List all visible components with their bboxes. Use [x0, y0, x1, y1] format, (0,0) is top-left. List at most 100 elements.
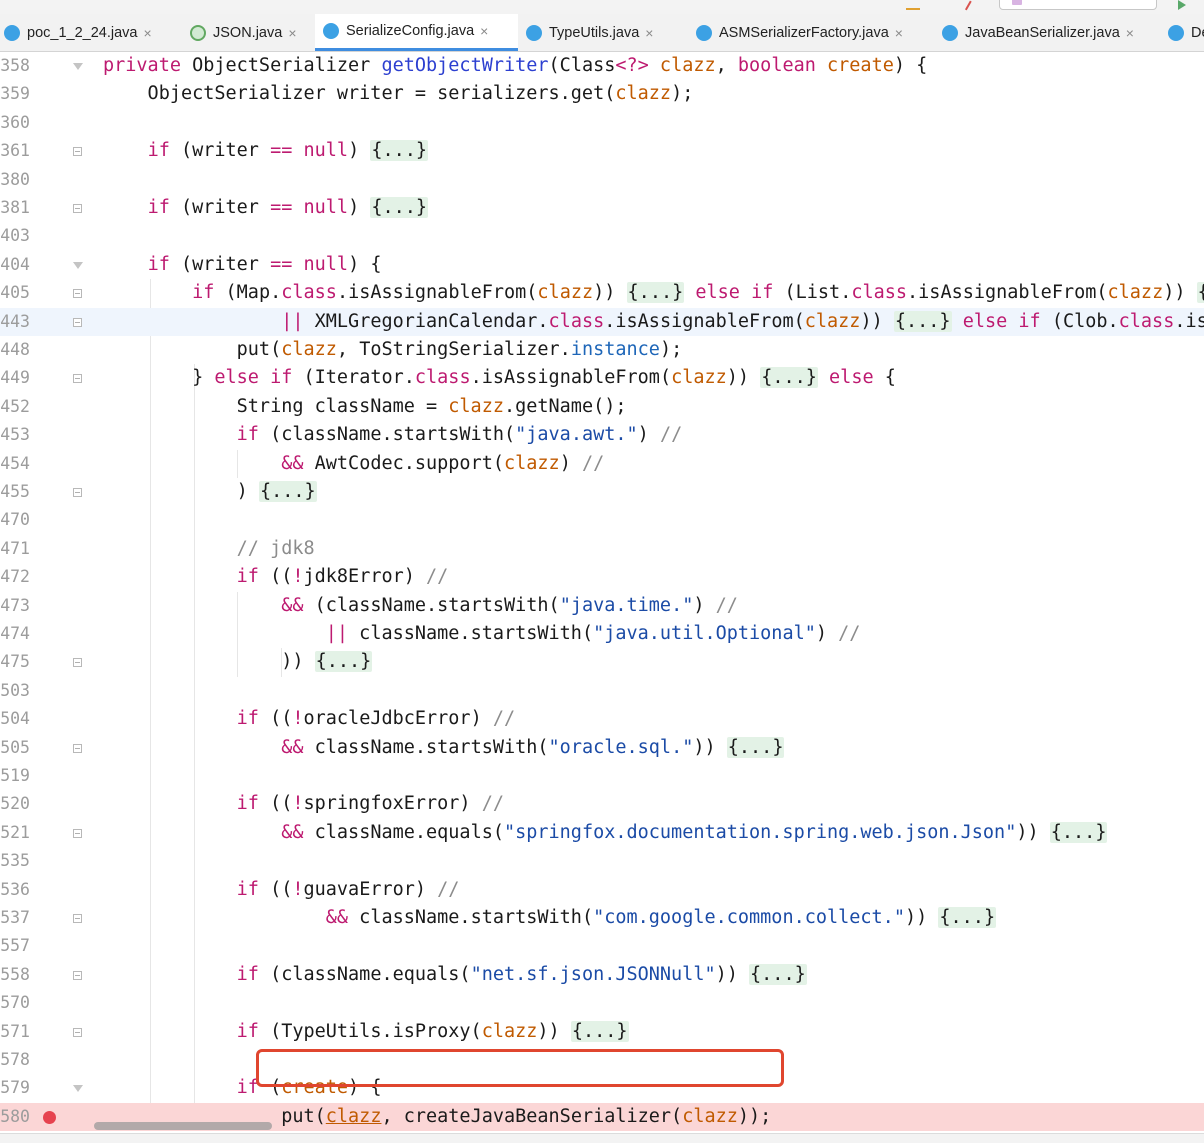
fold-collapsed-icon[interactable] — [73, 488, 82, 497]
code-line[interactable]: 505 && className.startsWith("oracle.sql.… — [0, 734, 1204, 762]
line-number[interactable]: 360 — [0, 113, 30, 133]
line-number[interactable]: 454 — [0, 454, 30, 474]
code-line[interactable]: 359 ObjectSerializer writer = serializer… — [0, 80, 1204, 108]
build-hammer-icon[interactable] — [906, 2, 920, 10]
line-number[interactable]: 578 — [0, 1050, 30, 1070]
line-number[interactable]: 358 — [0, 56, 30, 76]
code-line[interactable]: 557 — [0, 932, 1204, 960]
line-number[interactable]: 455 — [0, 482, 30, 502]
code-line[interactable]: 470 — [0, 506, 1204, 534]
fold-collapsed-icon[interactable] — [73, 374, 82, 384]
code-line[interactable]: 454 && AwtCodec.support(clazz) // — [0, 450, 1204, 478]
line-number[interactable]: 471 — [0, 539, 30, 559]
folded-code-block[interactable]: {...} — [626, 282, 685, 304]
code-line[interactable]: 570 — [0, 989, 1204, 1017]
code-line[interactable]: 503 — [0, 677, 1204, 705]
code-line[interactable]: 537 && className.startsWith("com.google.… — [0, 904, 1204, 932]
line-number[interactable]: 359 — [0, 84, 30, 104]
code-line[interactable]: 504 if ((!oracleJdbcError) // — [0, 705, 1204, 733]
code-line[interactable]: 381 if (writer == null) {...} — [0, 194, 1204, 222]
line-number[interactable]: 537 — [0, 908, 30, 928]
fold-collapsed-icon[interactable] — [73, 914, 82, 923]
tab-asmserializerfactory-java[interactable]: ASMSerializerFactory.java × — [688, 14, 934, 51]
tab-javabeanserializer-java[interactable]: JavaBeanSerializer.java × — [934, 14, 1160, 51]
line-number[interactable]: 504 — [0, 709, 30, 729]
close-tab-icon[interactable]: × — [288, 25, 296, 41]
line-number[interactable]: 453 — [0, 425, 30, 445]
line-number[interactable]: 452 — [0, 397, 30, 417]
line-number[interactable]: 473 — [0, 596, 30, 616]
fold-open-icon[interactable] — [73, 1085, 83, 1093]
line-number[interactable]: 443 — [0, 312, 30, 332]
code-line[interactable]: 558 if (className.equals("net.sf.json.JS… — [0, 961, 1204, 989]
line-number[interactable]: 519 — [0, 766, 30, 786]
line-number[interactable]: 403 — [0, 226, 30, 246]
code-line[interactable]: 452 String className = clazz.getName(); — [0, 393, 1204, 421]
fold-collapsed-icon[interactable] — [73, 658, 82, 668]
line-number[interactable]: 579 — [0, 1078, 30, 1098]
code-line[interactable]: 361 if (writer == null) {...} — [0, 137, 1204, 165]
close-tab-icon[interactable]: × — [143, 25, 151, 41]
line-number[interactable]: 470 — [0, 510, 30, 530]
line-number[interactable]: 381 — [0, 198, 30, 218]
code-line[interactable]: 536 if ((!guavaError) // — [0, 876, 1204, 904]
line-number[interactable]: 580 — [0, 1107, 30, 1127]
folded-code-block[interactable]: {...} — [570, 1020, 629, 1042]
fold-collapsed-icon[interactable] — [73, 1027, 82, 1037]
line-number[interactable]: 570 — [0, 993, 30, 1013]
code-editor[interactable]: 358 private ObjectSerializer getObjectWri… — [0, 52, 1204, 1143]
fold-collapsed-icon[interactable] — [73, 147, 82, 157]
code-line[interactable]: 448 put(clazz, ToStringSerializer.instan… — [0, 336, 1204, 364]
run-icon[interactable] — [1178, 0, 1186, 10]
fold-collapsed-icon[interactable] — [73, 317, 82, 327]
code-line[interactable]: 474 || className.startsWith("java.util.O… — [0, 620, 1204, 648]
close-tab-icon[interactable]: × — [895, 25, 903, 41]
code-line[interactable]: 519 — [0, 762, 1204, 790]
fold-collapsed-icon[interactable] — [73, 970, 82, 980]
folded-code-block[interactable]: {...} — [726, 736, 785, 758]
fold-collapsed-icon[interactable] — [73, 743, 82, 753]
fold-collapsed-icon[interactable] — [73, 204, 82, 213]
line-number[interactable]: 521 — [0, 823, 30, 843]
code-line[interactable]: 449 } else if (Iterator.class.isAssignab… — [0, 364, 1204, 392]
breakpoint-icon[interactable] — [43, 1110, 56, 1124]
code-line[interactable]: 404 if (writer == null) { — [0, 251, 1204, 279]
line-number[interactable]: 405 — [0, 283, 30, 303]
code-line[interactable]: 535 — [0, 847, 1204, 875]
line-number[interactable]: 474 — [0, 624, 30, 644]
tab-de[interactable]: De — [1160, 14, 1204, 51]
debug-icon[interactable] — [956, 0, 972, 11]
code-line[interactable]: 360 — [0, 109, 1204, 137]
folded-code-block[interactable]: {...} — [258, 481, 317, 502]
folded-code-block[interactable]: {...} — [314, 651, 373, 673]
line-number[interactable]: 558 — [0, 965, 30, 985]
fold-collapsed-icon[interactable] — [73, 289, 82, 299]
folded-code-block[interactable]: {...} — [938, 907, 997, 928]
fold-open-icon[interactable] — [73, 261, 83, 269]
horizontal-scrollbar[interactable] — [94, 1122, 272, 1130]
line-number[interactable]: 448 — [0, 340, 30, 360]
line-number[interactable]: 404 — [0, 255, 30, 275]
code-line[interactable]: 571 if (TypeUtils.isProxy(clazz)) {...} — [0, 1018, 1204, 1046]
line-number[interactable]: 503 — [0, 681, 30, 701]
line-number[interactable]: 535 — [0, 851, 30, 871]
close-tab-icon[interactable]: × — [645, 25, 653, 41]
code-line[interactable]: 405 if (Map.class.isAssignableFrom(clazz… — [0, 279, 1204, 307]
code-line[interactable]: 520 if ((!springfoxError) // — [0, 790, 1204, 818]
line-number[interactable]: 571 — [0, 1022, 30, 1042]
close-tab-icon[interactable]: × — [1126, 25, 1134, 41]
tab-typeutils-java[interactable]: TypeUtils.java × — [518, 14, 688, 51]
code-line[interactable]: 358 private ObjectSerializer getObjectWri… — [0, 52, 1204, 80]
code-line[interactable]: 473 && (className.startsWith("java.time.… — [0, 592, 1204, 620]
folded-code-block[interactable]: {... — [1196, 282, 1204, 304]
line-number[interactable]: 536 — [0, 880, 30, 900]
code-line[interactable]: 521 && className.equals("springfox.docum… — [0, 819, 1204, 847]
code-line[interactable]: 443 || XMLGregorianCalendar.class.isAssi… — [0, 307, 1204, 336]
line-number[interactable]: 475 — [0, 652, 30, 672]
folded-code-block[interactable]: {...} — [893, 310, 952, 332]
tab-json-java[interactable]: JSON.java × — [182, 14, 315, 51]
folded-code-block[interactable]: {...} — [760, 367, 818, 389]
run-configuration-selector[interactable] — [999, 0, 1157, 10]
code-line[interactable]: 380 — [0, 166, 1204, 194]
line-number[interactable]: 380 — [0, 170, 30, 190]
